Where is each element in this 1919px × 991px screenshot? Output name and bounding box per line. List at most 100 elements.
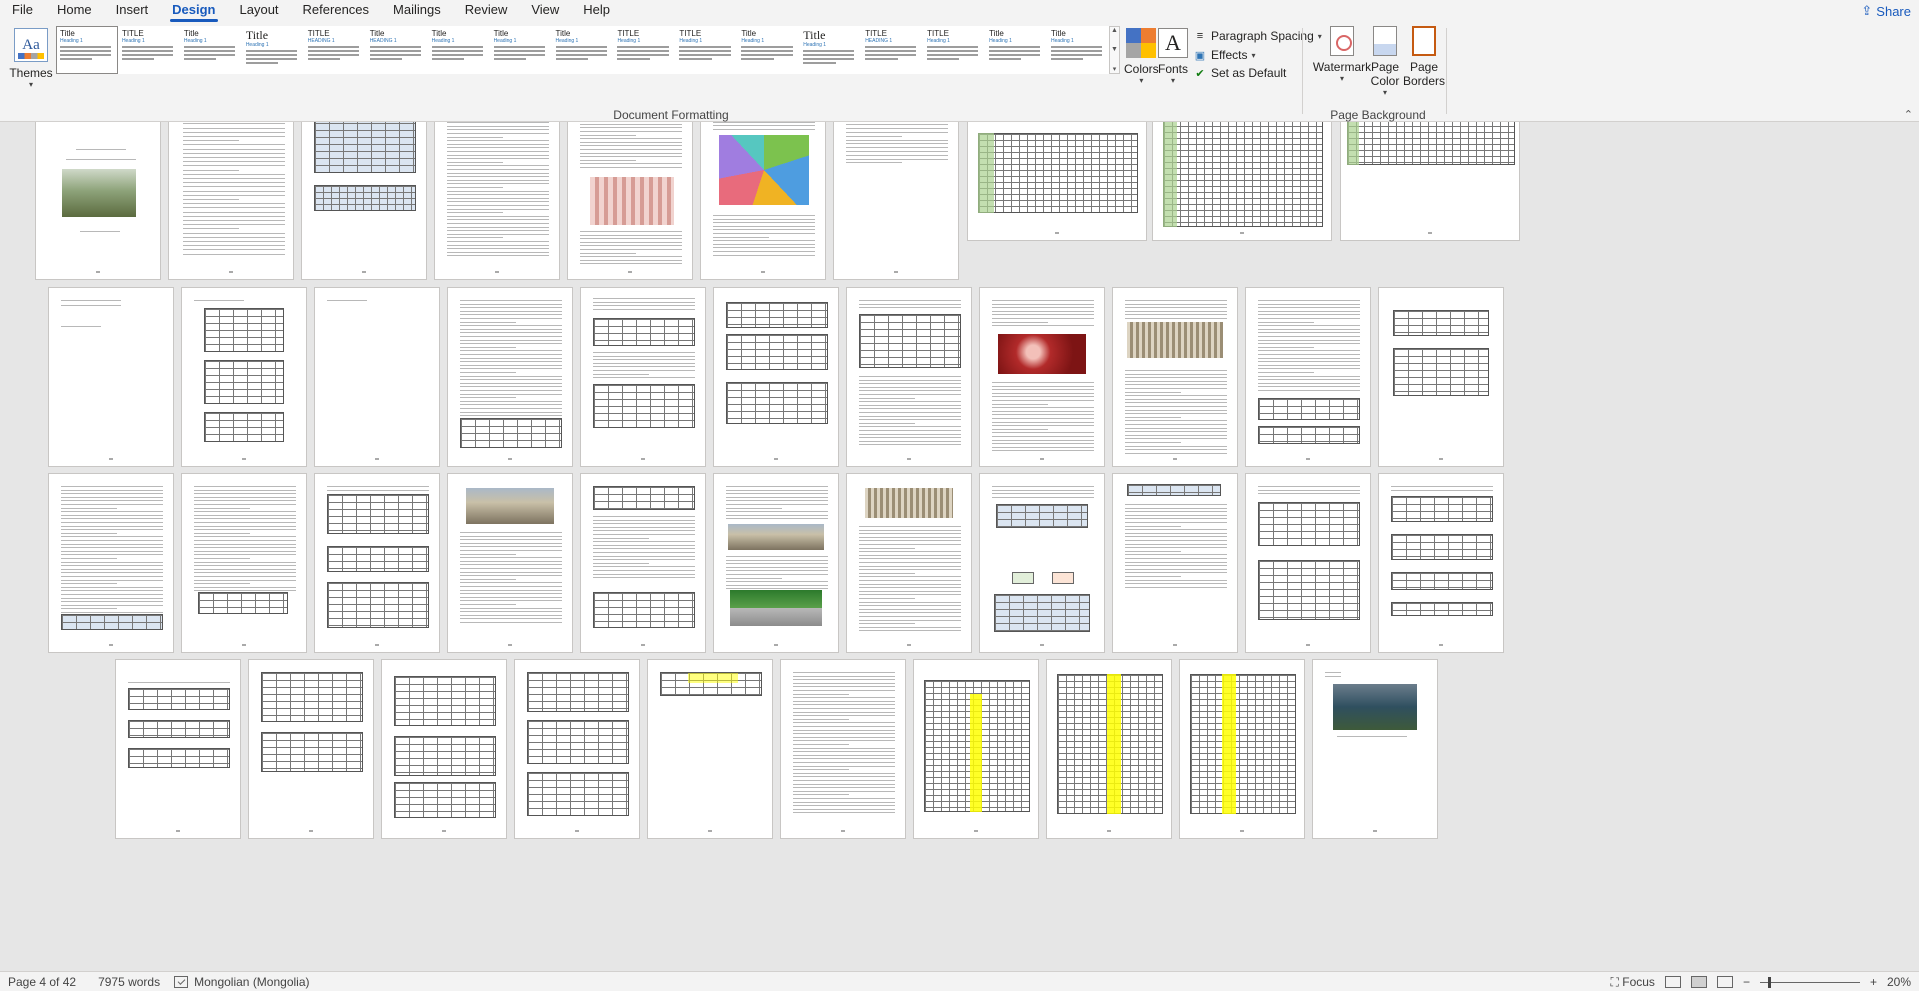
fonts-button[interactable]: A Fonts ▾ [1158,28,1188,85]
page-thumbnail[interactable] [979,287,1105,467]
tab-insert[interactable]: Insert [104,0,161,22]
page-thumbnail[interactable] [647,659,773,839]
page-thumbnail[interactable] [447,473,573,653]
page-thumbnail[interactable] [1179,659,1305,839]
style-set-thumbnail[interactable]: TITLE Heading 1 [675,26,738,74]
page-thumbnail[interactable] [314,473,440,653]
zoom-slider[interactable] [1759,976,1860,988]
chevron-up-icon[interactable]: ▲ [1111,27,1118,34]
page-thumbnail[interactable] [780,659,906,839]
chevron-down-icon[interactable]: ▼ [1111,46,1118,53]
page-thumbnail[interactable] [301,122,427,280]
page-thumbnail[interactable] [913,659,1039,839]
themes-button[interactable]: Aa Themes ▾ [8,28,54,112]
style-set-thumbnail[interactable]: Title Heading 1 [241,26,304,74]
page-thumbnail[interactable] [181,287,307,467]
gallery-scroll[interactable]: ▲ ▼ ▾ [1109,26,1120,74]
page-thumbnail[interactable] [580,473,706,653]
page-borders-button[interactable]: Page Borders [1398,26,1450,88]
text-line [1125,434,1227,436]
style-set-thumbnail[interactable]: Title Heading 1 [985,26,1047,74]
page-thumbnail[interactable] [314,287,440,467]
page-thumbnail[interactable] [567,122,693,280]
page-thumbnail[interactable] [1378,287,1504,467]
tab-view[interactable]: View [519,0,571,22]
style-set-thumbnail[interactable]: TITLE HEADING 1 [861,26,924,74]
set-as-default-button[interactable]: ✔ Set as Default [1193,64,1286,82]
style-set-thumbnail[interactable]: TITLE Heading 1 [117,26,180,74]
share-button[interactable]: ⇪ Share [1861,0,1911,22]
print-layout-icon[interactable] [1690,976,1707,988]
page-thumbnail[interactable] [1046,659,1172,839]
page-thumbnail[interactable] [1245,287,1371,467]
page-thumbnail[interactable] [1340,122,1520,241]
page-thumbnail[interactable] [1245,473,1371,653]
zoom-out-button[interactable]: − [1743,975,1750,989]
style-set-thumbnail[interactable]: TITLE HEADING 1 [303,26,366,74]
collapse-ribbon-icon[interactable]: ⌃ [1904,108,1913,121]
page-thumbnail[interactable] [846,287,972,467]
page-thumbnail[interactable] [979,473,1105,653]
text-line [593,362,695,364]
document-canvas[interactable] [0,122,1919,971]
zoom-in-button[interactable]: + [1870,975,1877,989]
page-thumbnail[interactable] [833,122,959,280]
read-mode-icon[interactable] [1664,976,1681,988]
style-set-thumbnail[interactable]: Title Heading 1 [799,26,862,74]
style-set-thumbnail[interactable]: Title Heading 1 [1047,26,1109,74]
gallery-more-icon[interactable]: ▾ [1113,65,1117,73]
tab-design[interactable]: Design [160,0,227,22]
page-thumbnail[interactable] [115,659,241,839]
tab-file[interactable]: File [0,0,45,22]
page-thumbnail[interactable] [1152,122,1332,241]
tab-review[interactable]: Review [453,0,520,22]
page-thumbnail[interactable] [967,122,1147,241]
page-thumbnail[interactable] [447,287,573,467]
page-thumbnail[interactable] [700,122,826,280]
effects-button[interactable]: ▣ Effects ▾ [1193,46,1256,64]
style-set-thumbnail[interactable]: Title Heading 1 [737,26,800,74]
page-thumbnail[interactable] [181,473,307,653]
page-thumbnail[interactable] [713,473,839,653]
zoom-level[interactable]: 20% [1887,975,1911,989]
page-thumbnail[interactable] [580,287,706,467]
tab-layout[interactable]: Layout [228,0,291,22]
page-count[interactable]: Page 4 of 42 [8,975,76,989]
page-thumbnail[interactable] [168,122,294,280]
colors-button[interactable]: Colors ▾ [1124,28,1159,85]
web-layout-icon[interactable] [1716,976,1733,988]
page-thumbnail[interactable] [1112,287,1238,467]
style-set-thumbnail[interactable]: Title Heading 1 [179,26,242,74]
style-set-thumbnail[interactable]: TITLE Heading 1 [923,26,986,74]
tab-references[interactable]: References [291,0,381,22]
style-set-thumbnail[interactable]: TITLE Heading 1 [613,26,676,74]
page-thumbnail[interactable] [48,287,174,467]
text-line [61,601,163,603]
page-thumbnail[interactable] [713,287,839,467]
word-count[interactable]: 7975 words [98,975,160,989]
page-thumbnail[interactable] [48,473,174,653]
style-set-thumbnail[interactable]: Title Heading 1 [551,26,614,74]
page-thumbnail[interactable] [248,659,374,839]
page-thumbnail[interactable] [846,473,972,653]
style-set-thumbnail[interactable]: Title Heading 1 [56,26,118,74]
page-thumbnail[interactable] [35,122,161,280]
style-set-thumbnail[interactable]: Title Heading 1 [489,26,552,74]
page-thumbnail[interactable] [434,122,560,280]
tab-mailings[interactable]: Mailings [381,0,453,22]
focus-button[interactable]: ⛶ Focus [1611,975,1655,990]
proofing-icon[interactable] [174,975,189,988]
page-thumbnail[interactable] [1312,659,1438,839]
style-set-thumbnail[interactable]: Title HEADING 1 [365,26,428,74]
language-indicator[interactable]: Mongolian (Mongolia) [194,975,309,989]
page-thumbnail[interactable] [1112,473,1238,653]
style-set-thumbnail[interactable]: Title Heading 1 [427,26,490,74]
page-thumbnail[interactable] [514,659,640,839]
text-line [183,241,285,242]
page-thumbnail[interactable] [381,659,507,839]
page-thumbnail[interactable] [1378,473,1504,653]
text-line [713,129,815,130]
zoom-thumb[interactable] [1767,976,1771,988]
tab-home[interactable]: Home [45,0,104,22]
tab-help[interactable]: Help [571,0,622,22]
